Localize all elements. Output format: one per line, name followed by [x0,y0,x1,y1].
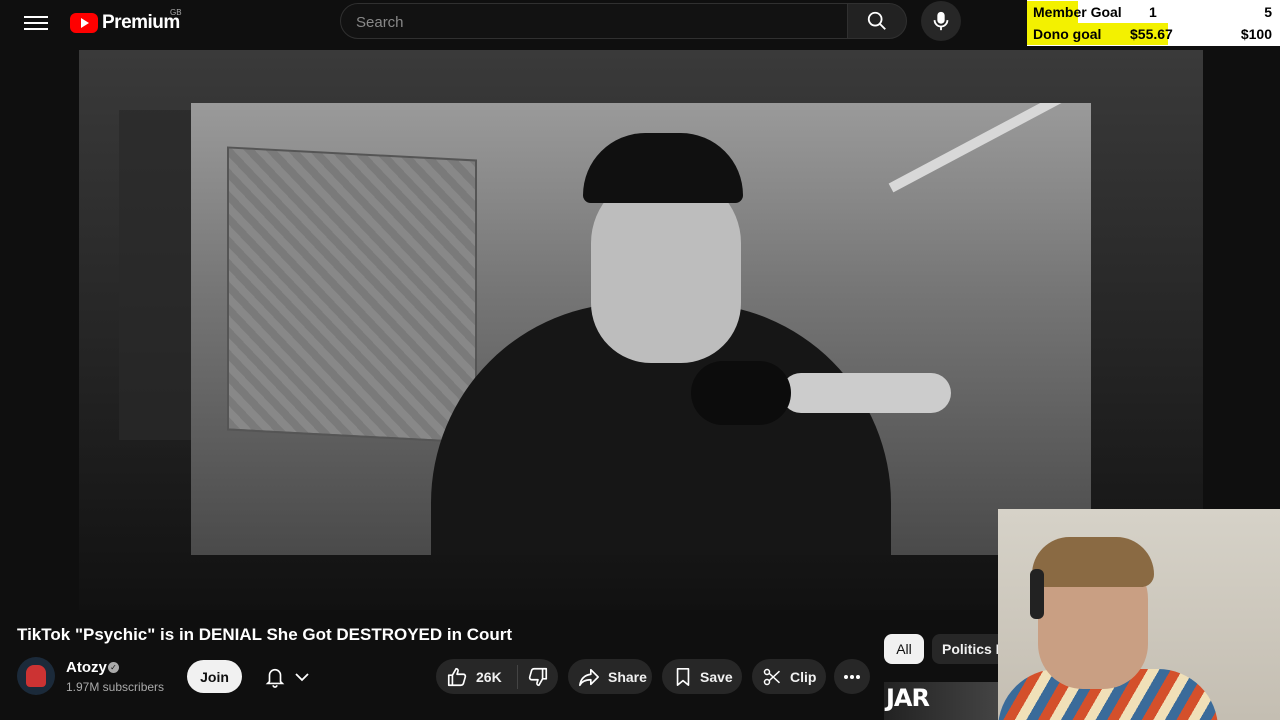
member-goal-label: Member Goal [1033,4,1122,20]
dono-goal-target: $100 [1240,26,1272,42]
logo-text: Premium [102,12,180,33]
thumbs-down-icon [528,667,548,686]
more-actions-button[interactable] [834,659,870,694]
streamer-webcam-overlay [998,509,1280,720]
share-label: Share [608,668,647,685]
save-button[interactable]: Save [662,659,742,694]
clip-label: Clip [790,668,817,685]
thumbs-up-icon [447,667,467,686]
search-icon [867,11,886,30]
scissors-icon [763,668,781,685]
like-button[interactable]: 26K [436,664,518,689]
notification-bell-button[interactable] [253,660,321,693]
chip-all[interactable]: All [884,634,924,664]
dono-goal-row: Dono goal $55.67 $100 [1027,23,1280,45]
thumbnail-text: JAR [886,684,930,712]
video-title: TikTok "Psychic" is in DENIAL She Got DE… [17,625,513,644]
hamburger-icon[interactable] [24,12,48,34]
microphone-windscreen [691,361,791,425]
more-horizontal-icon [844,674,860,679]
channel-name[interactable]: Atozy [66,659,107,676]
search-input[interactable] [341,4,838,40]
share-arrow-icon [579,668,599,686]
member-goal-current: 1 [1149,4,1157,20]
channel-avatar[interactable] [17,657,55,695]
save-label: Save [700,668,733,685]
like-count: 26K [476,668,502,685]
dislike-button[interactable] [518,666,558,688]
microphone-icon [933,11,949,31]
clip-button[interactable]: Clip [752,659,826,694]
search-button[interactable] [847,3,907,39]
join-button[interactable]: Join [187,660,242,693]
share-button[interactable]: Share [568,659,652,694]
microphone-body [781,373,951,413]
youtube-premium-logo[interactable]: Premium [70,10,180,36]
member-goal-target: 5 [1264,4,1272,20]
logo-region-code: GB [170,8,182,17]
youtube-play-icon [70,13,98,33]
next-video-thumbnail[interactable]: JAR [884,682,998,720]
verified-check-icon: ✓ [108,662,119,673]
voice-search-button[interactable] [921,1,961,41]
mic-boom-arm [888,103,1091,193]
bookmark-icon [676,667,690,686]
stream-goals-overlay: Member Goal 1 5 Dono goal $55.67 $100 [1027,0,1280,46]
creator-cap [583,133,743,203]
video-frame [191,103,1091,555]
member-goal-row: Member Goal 1 5 [1027,1,1280,23]
chevron-down-icon [295,672,309,681]
dono-goal-current: $55.67 [1130,26,1173,42]
webcam-headset [1030,569,1044,619]
webcam-hair [1032,537,1154,587]
bell-icon [265,668,285,688]
search-box [340,3,848,40]
dono-goal-label: Dono goal [1033,26,1102,42]
like-dislike-group: 26K [436,659,558,694]
wall-map-poster [227,146,477,444]
subscriber-count: 1.97M subscribers [66,680,165,694]
